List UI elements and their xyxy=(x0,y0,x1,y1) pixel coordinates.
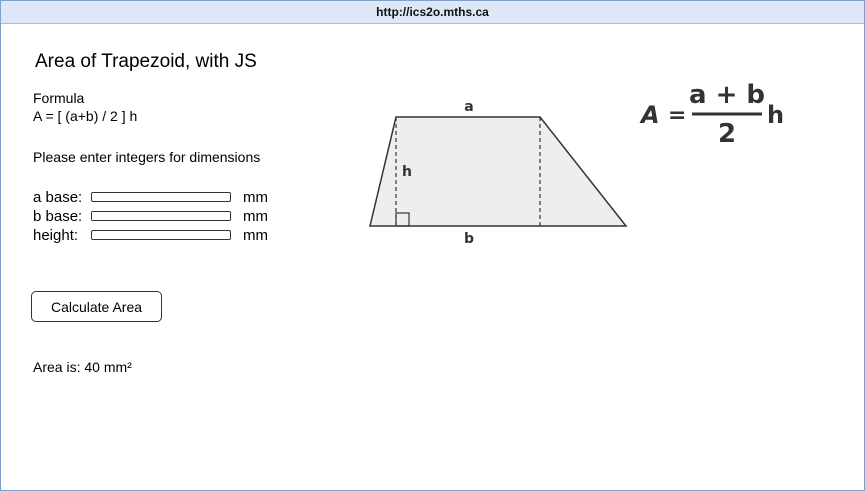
formula-lhs: A xyxy=(639,101,660,129)
b-base-label: b base: xyxy=(33,208,83,225)
formula-denominator: 2 xyxy=(718,119,736,149)
formula-equals: = xyxy=(668,103,686,128)
area-result: Area is: 40 mm² xyxy=(33,359,132,375)
formula-label: Formula xyxy=(33,90,85,106)
calculate-area-button[interactable]: Calculate Area xyxy=(31,291,162,322)
b-base-unit: mm xyxy=(243,208,268,225)
label-b: b xyxy=(464,231,474,247)
formula-numerator: a + b xyxy=(689,80,765,110)
height-input[interactable] xyxy=(91,230,231,240)
label-a: a xyxy=(464,99,473,115)
a-base-label: a base: xyxy=(33,189,83,206)
page-title: Area of Trapezoid, with JS xyxy=(35,51,257,72)
url-bar: http://ics2o.mths.ca xyxy=(1,1,864,24)
instructions-text: Please enter integers for dimensions xyxy=(33,149,261,165)
height-label: height: xyxy=(33,227,79,244)
label-h: h xyxy=(402,164,412,180)
formula-text: A = [ (a+b) / 2 ] h xyxy=(33,108,138,124)
b-base-input[interactable] xyxy=(91,211,231,221)
area-formula-graphic: A = a + b 2 h xyxy=(639,80,784,149)
formula-multiplier: h xyxy=(767,101,784,129)
trapezoid-diagram: a b h xyxy=(369,99,628,247)
browser-window: http://ics2o.mths.ca Area of Trapezoid, … xyxy=(0,0,865,491)
height-unit: mm xyxy=(243,227,268,244)
page-content: Area of Trapezoid, with JS Formula A = [… xyxy=(1,24,864,490)
a-base-input[interactable] xyxy=(91,192,231,202)
a-base-unit: mm xyxy=(243,189,268,206)
